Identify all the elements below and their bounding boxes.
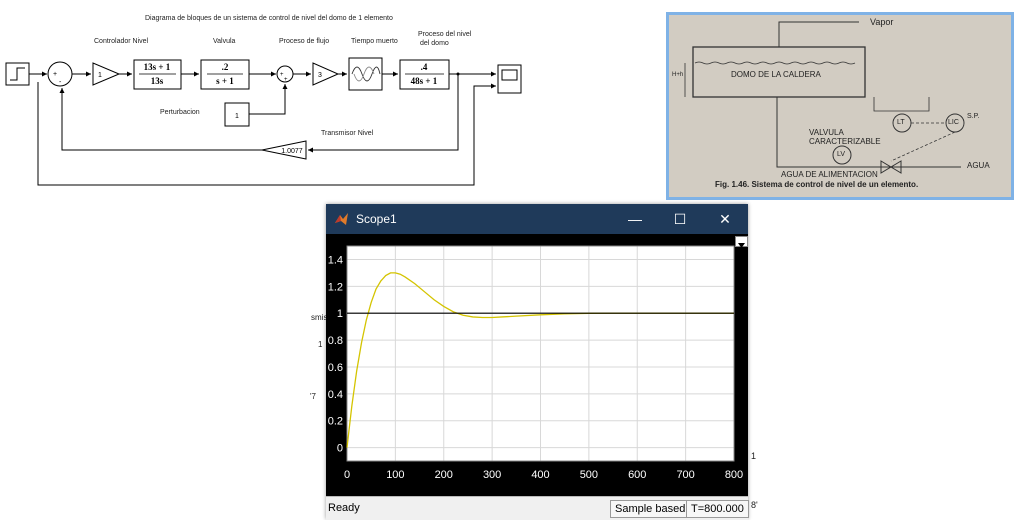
- x-tick-label: 300: [483, 469, 501, 481]
- disturbance-value: 1: [235, 113, 239, 120]
- diagram-canvas: + - 1 13s + 1 13s .2 s + 1 + + 1 3 .4 48…: [5, 57, 522, 186]
- x-tick-label: 200: [435, 469, 453, 481]
- y-tick-label: 0.2: [328, 416, 343, 428]
- y-tick-label: 1: [337, 308, 343, 320]
- photo-level-marker: H+h: [672, 72, 684, 78]
- sum2-plus-sign-2: +: [284, 77, 288, 83]
- step-source-block[interactable]: [5, 62, 30, 86]
- photo-valve-label-2: CARACTERIZABLE: [809, 137, 881, 146]
- valve-numerator: .2: [222, 62, 229, 72]
- status-time: T=800.000: [686, 500, 749, 518]
- gain-block-1[interactable]: [92, 62, 121, 86]
- gain1-value: 1: [98, 72, 102, 79]
- scope-titlebar[interactable]: Scope1 — ☐ ✕: [326, 204, 748, 234]
- x-tick-label: 400: [531, 469, 549, 481]
- gain3-value: 3: [318, 72, 322, 79]
- photo-lt-label: LT: [897, 119, 905, 126]
- status-bar: Ready Sample based T=800.000: [326, 496, 749, 520]
- matlab-logo-icon: [335, 213, 348, 225]
- sum1-plus-sign: +: [53, 71, 57, 78]
- x-tick-label: 100: [386, 469, 404, 481]
- y-tick-label: 1.2: [328, 281, 343, 293]
- block-diagram: Diagrama de bloques de un sistema de con…: [0, 0, 660, 200]
- x-tick-label: 700: [676, 469, 694, 481]
- photo-sp-label: S.P.: [967, 113, 980, 120]
- x-tick-label: 500: [580, 469, 598, 481]
- status-ready: Ready: [328, 502, 360, 514]
- controller-denominator: 13s: [151, 76, 164, 86]
- scope-plot: 0 100 200 300 400 500 600 700 800 0 0.2 0.4 0.6 0.8 1 1…: [328, 245, 743, 481]
- boiler-diagram-photo: Vapor DOMO DE LA CALDERA H+h LT LIC S.P.…: [666, 12, 1014, 200]
- scope-title: Scope1: [356, 212, 397, 226]
- photo-vapor-label: Vapor: [870, 17, 894, 27]
- transport-delay-block[interactable]: [348, 57, 383, 91]
- axes-menu-icon[interactable]: [735, 236, 748, 248]
- minimize-button[interactable]: —: [619, 208, 651, 230]
- x-tick-label: 800: [725, 469, 743, 481]
- gain-block-3[interactable]: [312, 62, 340, 86]
- y-tick-label: 0.6: [328, 362, 343, 374]
- maximize-button[interactable]: ☐: [664, 208, 696, 230]
- photo-water-label: AGUA: [967, 161, 990, 170]
- x-tick-label: 0: [344, 469, 350, 481]
- valve-denominator: s + 1: [216, 76, 234, 86]
- scope-plot-area[interactable]: 0 100 200 300 400 500 600 700 800 0 0.2 0.4 0.6 0.8 1 1…: [326, 234, 748, 496]
- close-button[interactable]: ✕: [709, 208, 741, 230]
- level-numerator: .4: [421, 62, 428, 72]
- y-tick-label: 1.4: [328, 254, 343, 266]
- y-tick-label: 0.4: [328, 389, 343, 401]
- controller-numerator: 13s + 1: [144, 62, 171, 72]
- photo-lic-label: LIC: [948, 119, 959, 126]
- level-denominator: 48s + 1: [411, 76, 438, 86]
- transmitter-value: 1.0077: [281, 148, 303, 155]
- bg-fragment-smis: smis: [311, 313, 328, 322]
- photo-caption: Fig. 1.46. Sistema de control de nivel d…: [715, 180, 919, 189]
- bg-fragment-one: 1: [318, 340, 323, 349]
- photo-domo-label: DOMO DE LA CALDERA: [731, 70, 821, 79]
- bg-fragment-right-8: 8': [751, 500, 758, 510]
- y-tick-label: 0.8: [328, 335, 343, 347]
- scope-window[interactable]: Scope1 — ☐ ✕ 0 100 200 300 400 500 600 700 800 0 0…: [326, 204, 749, 520]
- status-sample-based: Sample based: [610, 500, 691, 518]
- bg-fragment-right-one: 1: [751, 451, 757, 461]
- photo-feed-label: AGUA DE ALIMENTACION: [781, 170, 878, 179]
- y-tick-label: 0: [337, 443, 343, 455]
- scope-block[interactable]: [497, 64, 522, 94]
- bg-fragment-seven: '7: [310, 392, 316, 401]
- photo-lv-label: LV: [837, 151, 846, 158]
- x-tick-label: 600: [628, 469, 646, 481]
- photo-valve-label-1: VALVULA: [809, 128, 844, 137]
